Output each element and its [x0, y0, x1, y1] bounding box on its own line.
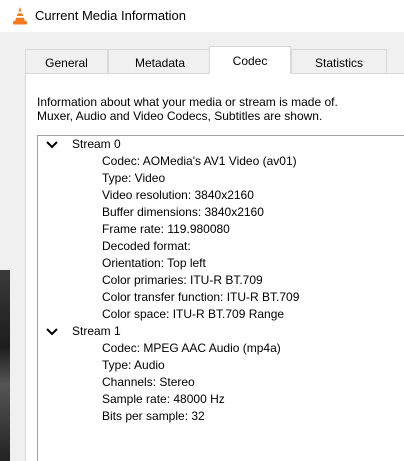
- chevron-down-icon[interactable]: [45, 327, 59, 337]
- tab-statistics[interactable]: Statistics: [291, 49, 387, 73]
- stream-property: Color primaries: ITU-R BT.709: [102, 273, 263, 287]
- stream-node-1[interactable]: Stream 1: [45, 323, 121, 340]
- stream-node-0[interactable]: Stream 0: [45, 136, 121, 153]
- stream-property: Sample rate: 48000 Hz: [102, 392, 225, 406]
- stream-property: Codec: AOMedia's AV1 Video (av01): [102, 154, 297, 168]
- tab-general[interactable]: General: [25, 49, 108, 73]
- stream-property: Channels: Stereo: [102, 375, 195, 389]
- stream-property: Bits per sample: 32: [102, 409, 205, 423]
- stream-tree[interactable]: Stream 0 Codec: AOMedia's AV1 Video (av0…: [37, 135, 404, 461]
- stream-label: Stream 1: [72, 324, 121, 338]
- tab-metadata-label: Metadata: [134, 56, 186, 70]
- stream-property: Orientation: Top left: [102, 256, 206, 270]
- tab-codec[interactable]: Codec: [209, 46, 291, 74]
- description-line-1: Information about what your media or str…: [37, 95, 338, 109]
- tab-codec-label: Codec: [232, 54, 268, 68]
- stream-property: Color space: ITU-R BT.709 Range: [102, 307, 285, 321]
- stream-property: Decoded format:: [102, 239, 191, 253]
- tab-metadata[interactable]: Metadata: [108, 49, 212, 73]
- stream-property: Color transfer function: ITU-R BT.709: [102, 290, 300, 304]
- title-bar: Current Media Information: [0, 0, 404, 32]
- background-video-thumbnail: [0, 270, 10, 461]
- stream-property: Frame rate: 119.980080: [102, 222, 230, 236]
- stream-property: Video resolution: 3840x2160: [102, 188, 254, 202]
- stream-label: Stream 0: [72, 137, 121, 151]
- vlc-cone-icon: [13, 7, 27, 25]
- chevron-down-icon[interactable]: [45, 140, 59, 150]
- description-line-2: Muxer, Audio and Video Codecs, Subtitles…: [37, 109, 323, 123]
- codec-description: Information about what your media or str…: [37, 95, 338, 123]
- stream-property: Codec: MPEG AAC Audio (mp4a): [102, 341, 281, 355]
- tab-statistics-label: Statistics: [314, 56, 363, 70]
- background-window-strip: [0, 32, 10, 461]
- stream-property: Type: Video: [102, 171, 166, 185]
- stream-property: Buffer dimensions: 3840x2160: [102, 205, 264, 219]
- window-title: Current Media Information: [35, 8, 187, 23]
- stream-property: Type: Audio: [102, 358, 165, 372]
- tab-general-label: General: [45, 56, 88, 70]
